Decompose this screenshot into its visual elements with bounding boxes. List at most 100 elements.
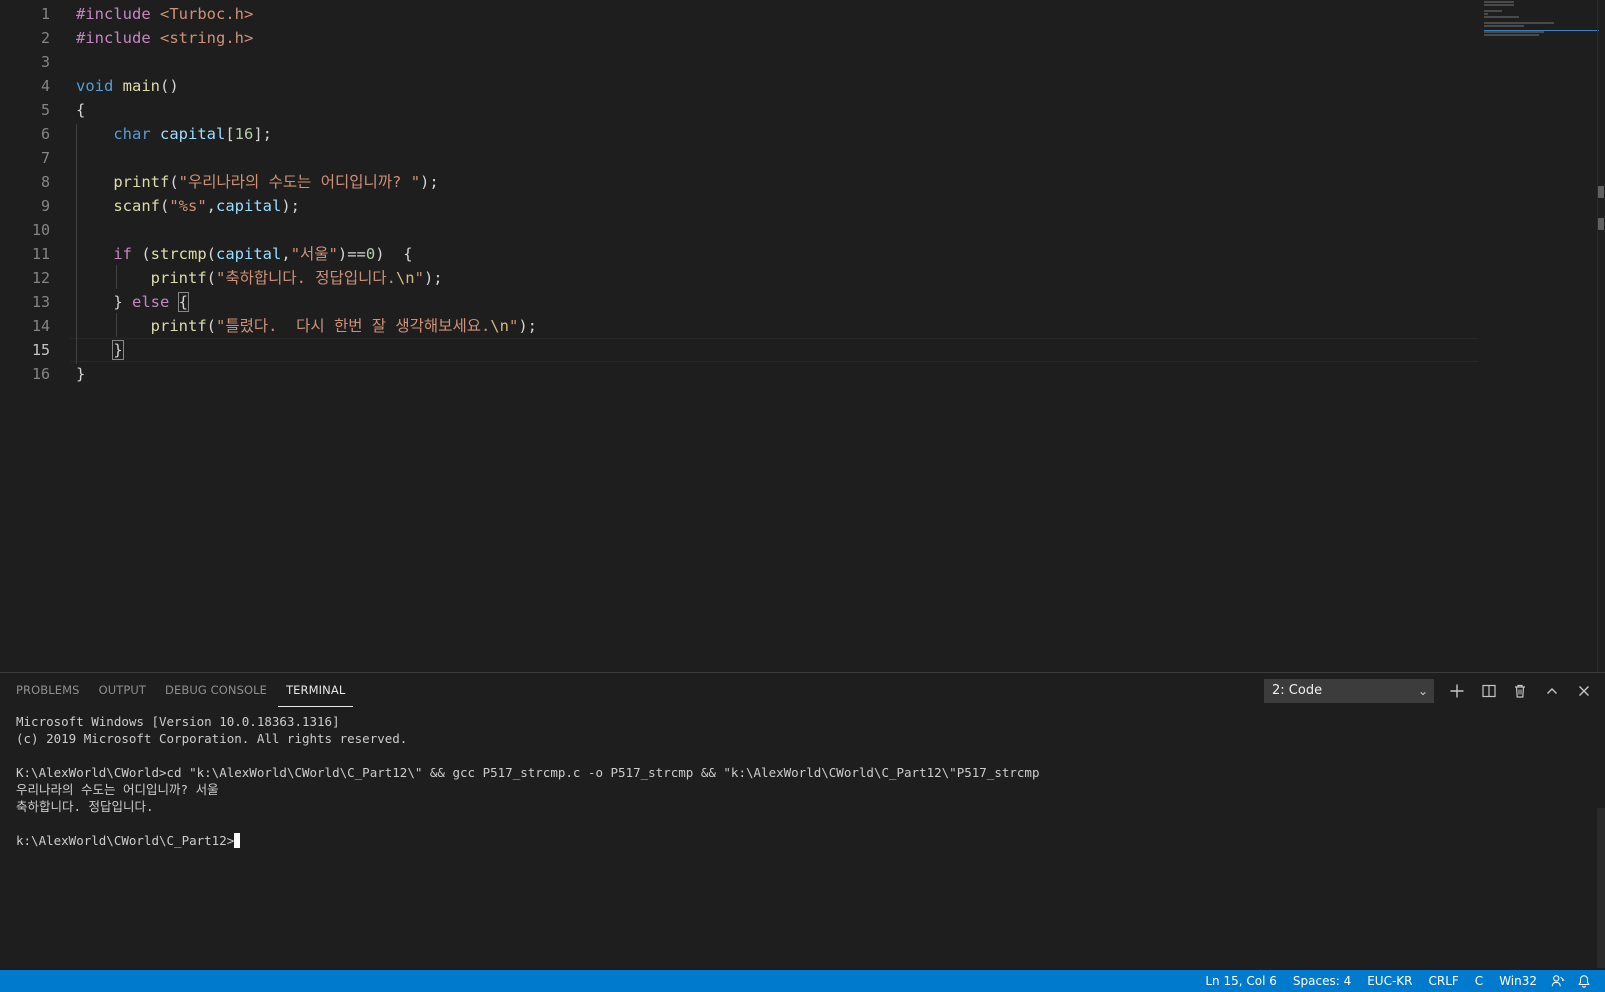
code-line[interactable] (76, 218, 1476, 242)
line-number: 1 (40, 5, 50, 23)
code-line[interactable]: char capital[16]; (76, 122, 1476, 146)
code-line[interactable] (76, 50, 1476, 74)
file-encoding[interactable]: EUC-KR (1359, 970, 1420, 992)
code-token: ( (206, 245, 217, 263)
line-number: 4 (40, 77, 50, 95)
code-token: " (414, 269, 424, 287)
code-line[interactable]: printf("틀렸다. 다시 한번 잘 생각해보세요.\n"); (76, 314, 1476, 338)
terminal-line: (c) 2019 Microsoft Corporation. All righ… (16, 731, 408, 746)
code-token: capital (216, 245, 282, 263)
code-token: \n (490, 317, 509, 335)
code-line[interactable]: { (76, 98, 1476, 122)
editor-scrollbar[interactable] (1597, 0, 1605, 672)
line-number: 2 (40, 29, 50, 47)
code-token: ); (423, 269, 443, 287)
code-token: { (76, 101, 86, 119)
code-token: 16 (234, 125, 254, 143)
terminal-prompt-line[interactable]: k:\AlexWorld\CWorld\C_Part12> (16, 832, 1586, 849)
code-line[interactable]: } (76, 362, 1476, 386)
indentation-setting[interactable]: Spaces: 4 (1285, 970, 1359, 992)
code-line[interactable]: #include <string.h> (76, 26, 1476, 50)
code-token: "서울" (290, 245, 338, 263)
code-token: else (132, 293, 170, 311)
line-number: 11 (31, 245, 50, 263)
code-line[interactable]: printf("우리나라의 수도는 어디입니까? "); (76, 170, 1476, 194)
end-of-line[interactable]: CRLF (1420, 970, 1466, 992)
line-number: 10 (31, 221, 50, 239)
line-number-gutter: 1 2 3 4 5 6 7 8 9 10 11 12 13 14 15 16 (0, 2, 60, 386)
maximize-panel-button[interactable] (1540, 679, 1564, 703)
code-token: capital (160, 125, 226, 143)
line-number: 6 (40, 125, 50, 143)
code-token: #include (76, 5, 160, 23)
line-number: 8 (40, 173, 50, 191)
code-token: { (177, 292, 190, 312)
line-number: 9 (40, 197, 50, 215)
code-token: printf (150, 269, 207, 287)
terminal-selector-value: 2: Code (1272, 683, 1323, 698)
line-number: 13 (31, 293, 50, 311)
code-token: capital (216, 197, 282, 215)
code-token: [ (225, 125, 235, 143)
code-line[interactable]: if (strcmp(capital,"서울")==0) { (76, 242, 1476, 266)
line-number: 3 (40, 53, 50, 71)
cursor-position[interactable]: Ln 15, Col 6 (1197, 970, 1285, 992)
code-token: "우리나라의 수도는 어디입니까? " (178, 173, 421, 191)
language-mode[interactable]: C (1467, 970, 1491, 992)
new-terminal-button[interactable] (1445, 679, 1469, 703)
code-line[interactable]: #include <Turboc.h> (76, 2, 1476, 26)
tab-output[interactable]: OUTPUT (91, 673, 154, 707)
kill-terminal-button[interactable] (1508, 679, 1532, 703)
terminal-line: 축하합니다. 정답입니다. (16, 799, 154, 814)
close-panel-button[interactable] (1572, 679, 1596, 703)
code-editor[interactable]: 1 2 3 4 5 6 7 8 9 10 11 12 13 14 15 16 #include <Turboc… (0, 0, 1605, 672)
code-area[interactable]: #include <Turboc.h> #include <string.h> vo… (76, 2, 1476, 386)
line-number: 5 (40, 101, 50, 119)
tab-problems[interactable]: PROBLEMS (8, 673, 88, 707)
chevron-down-icon: ⌄ (1417, 684, 1428, 698)
code-line[interactable]: } else { (76, 290, 1476, 314)
code-token: ( (160, 197, 170, 215)
code-token: <Turboc.h> (160, 5, 254, 23)
terminal-output[interactable]: Microsoft Windows [Version 10.0.18363.13… (16, 713, 1586, 849)
code-token: ( (206, 317, 216, 335)
platform-config[interactable]: Win32 (1491, 970, 1545, 992)
split-icon (1482, 684, 1496, 698)
code-line[interactable]: scanf("%s",capital); (76, 194, 1476, 218)
code-token: () (160, 77, 179, 95)
code-line[interactable]: void main() (76, 74, 1476, 98)
terminal-scrollbar[interactable] (1597, 808, 1605, 968)
feedback-button[interactable] (1545, 970, 1571, 992)
minimap[interactable] (1484, 0, 1599, 40)
terminal-prompt: k:\AlexWorld\CWorld\C_Part12> (16, 833, 235, 848)
code-token: ]; (253, 125, 273, 143)
chevron-up-icon (1547, 688, 1557, 694)
line-number: 7 (40, 149, 50, 167)
code-line[interactable] (76, 146, 1476, 170)
code-token: ); (518, 317, 537, 335)
code-token: 0 (365, 245, 376, 263)
feedback-icon (1551, 975, 1565, 987)
code-line[interactable]: } (76, 338, 1476, 362)
code-line[interactable]: printf("축하합니다. 정답입니다.\n"); (76, 266, 1476, 290)
code-token: } (76, 365, 86, 383)
split-terminal-button[interactable] (1477, 679, 1501, 703)
code-token: strcmp (150, 245, 207, 263)
code-token: printf (150, 317, 207, 335)
code-token: ) { (375, 245, 413, 263)
terminal-cursor (234, 833, 241, 848)
tab-terminal[interactable]: TERMINAL (278, 673, 354, 707)
notifications-button[interactable] (1571, 970, 1597, 992)
code-token: "%s" (169, 197, 207, 215)
terminal-selector-dropdown[interactable]: 2: Code ⌄ (1264, 679, 1434, 703)
tab-debug-console[interactable]: DEBUG CONSOLE (157, 673, 275, 707)
code-token: } (76, 293, 132, 311)
code-token: " (508, 317, 519, 335)
